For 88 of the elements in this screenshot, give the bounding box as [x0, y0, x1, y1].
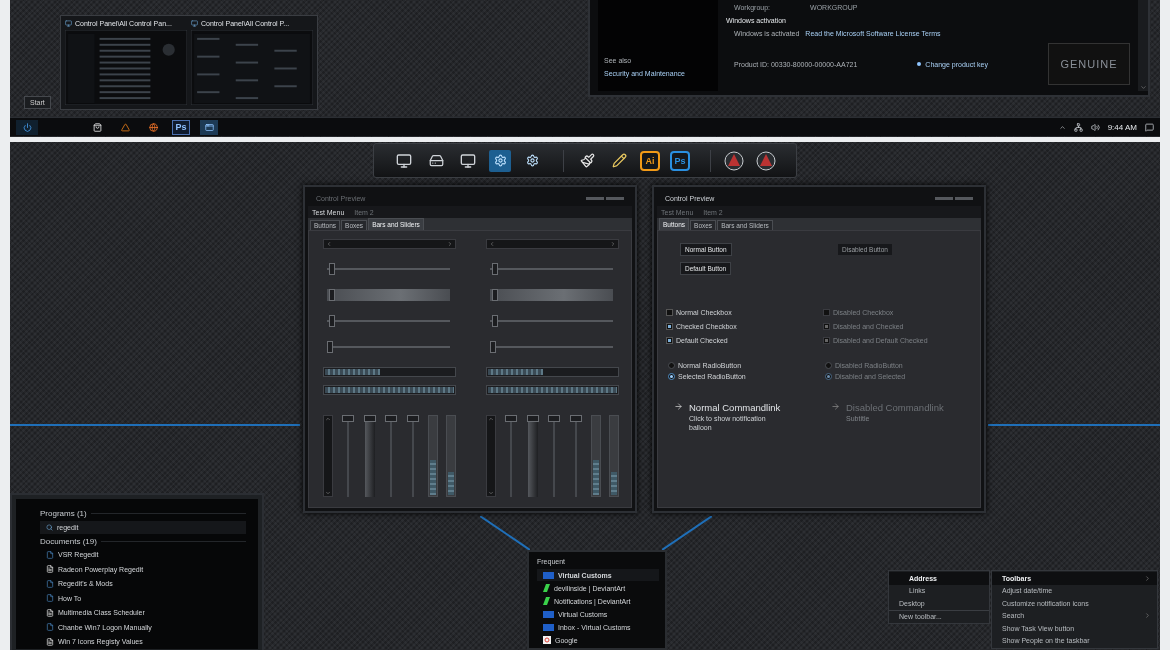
text-file-icon — [46, 565, 54, 574]
checkbox[interactable] — [666, 337, 673, 344]
slider-thumb[interactable] — [407, 415, 420, 422]
clock[interactable]: 9:44 AM — [1107, 122, 1137, 132]
checkbox[interactable] — [666, 309, 673, 316]
slider-thumb[interactable] — [526, 415, 539, 422]
bag-icon — [92, 122, 102, 132]
genuine-badge: GENUINE — [1048, 43, 1130, 85]
dock-item[interactable] — [755, 149, 777, 172]
vertical-slider-track[interactable] — [526, 415, 539, 497]
taskbar-app[interactable]: Ps — [172, 119, 190, 135]
command-link-title: Disabled Commandlink — [846, 402, 945, 413]
checkbox[interactable] — [666, 323, 673, 330]
slider-thumb[interactable] — [363, 415, 376, 422]
slider-thumb[interactable] — [492, 263, 499, 275]
glow-line — [662, 516, 712, 550]
slider-thumb[interactable] — [329, 289, 336, 301]
emblem-icon — [756, 150, 776, 171]
scroll-down-icon — [325, 490, 331, 496]
globe-icon — [148, 122, 158, 132]
vertical-scrollbar[interactable] — [486, 415, 496, 497]
scroll-down-icon — [1139, 84, 1147, 91]
slider-thumb[interactable] — [329, 263, 336, 275]
horizontal-scrollbar[interactable] — [486, 239, 619, 249]
scroll-up-icon — [325, 416, 331, 422]
slider-thumb[interactable] — [570, 415, 583, 422]
slider-thumb[interactable] — [385, 415, 398, 422]
speaker-icon[interactable] — [1090, 122, 1100, 132]
document-icon — [46, 579, 54, 588]
slider-thumb[interactable] — [490, 341, 496, 353]
dock-item[interactable] — [489, 149, 511, 172]
slider-thumb[interactable] — [492, 315, 499, 327]
slider-thumb[interactable] — [504, 415, 517, 422]
cone-icon — [120, 122, 130, 132]
settings-icon — [525, 154, 539, 167]
slider-thumb[interactable] — [327, 341, 333, 353]
window-controls-drawing — [935, 196, 973, 200]
scroll-left-icon — [489, 241, 495, 247]
chevron-up-icon[interactable] — [1058, 123, 1066, 131]
emblem-icon — [724, 150, 744, 171]
site-logo-icon — [543, 571, 554, 579]
start-button[interactable] — [16, 119, 38, 135]
search-engine-icon — [543, 636, 551, 644]
document-icon — [46, 550, 54, 559]
window-controls-drawing — [586, 196, 624, 200]
network-icon[interactable] — [1073, 122, 1083, 132]
slider-thumb[interactable] — [492, 289, 499, 301]
monitor-icon — [460, 152, 476, 169]
slider-track[interactable] — [327, 289, 450, 301]
pencil-icon — [611, 153, 627, 168]
notification-icon[interactable] — [1145, 122, 1154, 132]
group-heading: Programs (1) — [40, 509, 87, 518]
app-tile[interactable]: Ai — [640, 150, 660, 171]
brush-icon — [579, 153, 595, 168]
taskbar-app[interactable] — [200, 119, 218, 135]
site-logo-icon — [543, 623, 554, 631]
scroll-right-icon — [447, 241, 453, 247]
search-icon — [46, 524, 53, 531]
dock-item[interactable] — [723, 149, 745, 172]
arrow-icon — [674, 402, 683, 411]
window-icon — [204, 122, 214, 132]
scroll-down-icon — [488, 490, 494, 496]
arrow-icon — [831, 402, 840, 411]
vertical-scrollbar[interactable] — [323, 415, 333, 497]
vertical-slider-track[interactable] — [363, 415, 376, 497]
radio-button[interactable] — [668, 362, 675, 369]
slider-thumb[interactable] — [341, 415, 354, 422]
bullet-icon — [917, 62, 922, 66]
group-heading: Documents (19) — [40, 537, 97, 546]
scroll-right-icon — [610, 241, 616, 247]
document-icon — [46, 623, 54, 632]
app-tile[interactable]: Ps — [670, 150, 690, 171]
text-file-icon — [46, 608, 54, 617]
radio-button[interactable] — [668, 373, 675, 380]
power-icon — [22, 122, 32, 132]
site-logo-icon — [543, 610, 554, 618]
slider-thumb[interactable] — [329, 315, 336, 327]
command-link-title: Normal Commandlink — [689, 402, 782, 413]
text-file-icon — [46, 637, 54, 646]
monitor-icon — [396, 152, 412, 169]
scroll-up-icon — [488, 416, 494, 422]
slider-track[interactable] — [490, 289, 613, 301]
horizontal-scrollbar[interactable] — [323, 239, 456, 249]
scroll-left-icon — [326, 241, 332, 247]
document-icon — [46, 594, 54, 603]
slider-thumb[interactable] — [548, 415, 561, 422]
glow-line — [480, 516, 530, 550]
settings-icon — [493, 154, 507, 167]
